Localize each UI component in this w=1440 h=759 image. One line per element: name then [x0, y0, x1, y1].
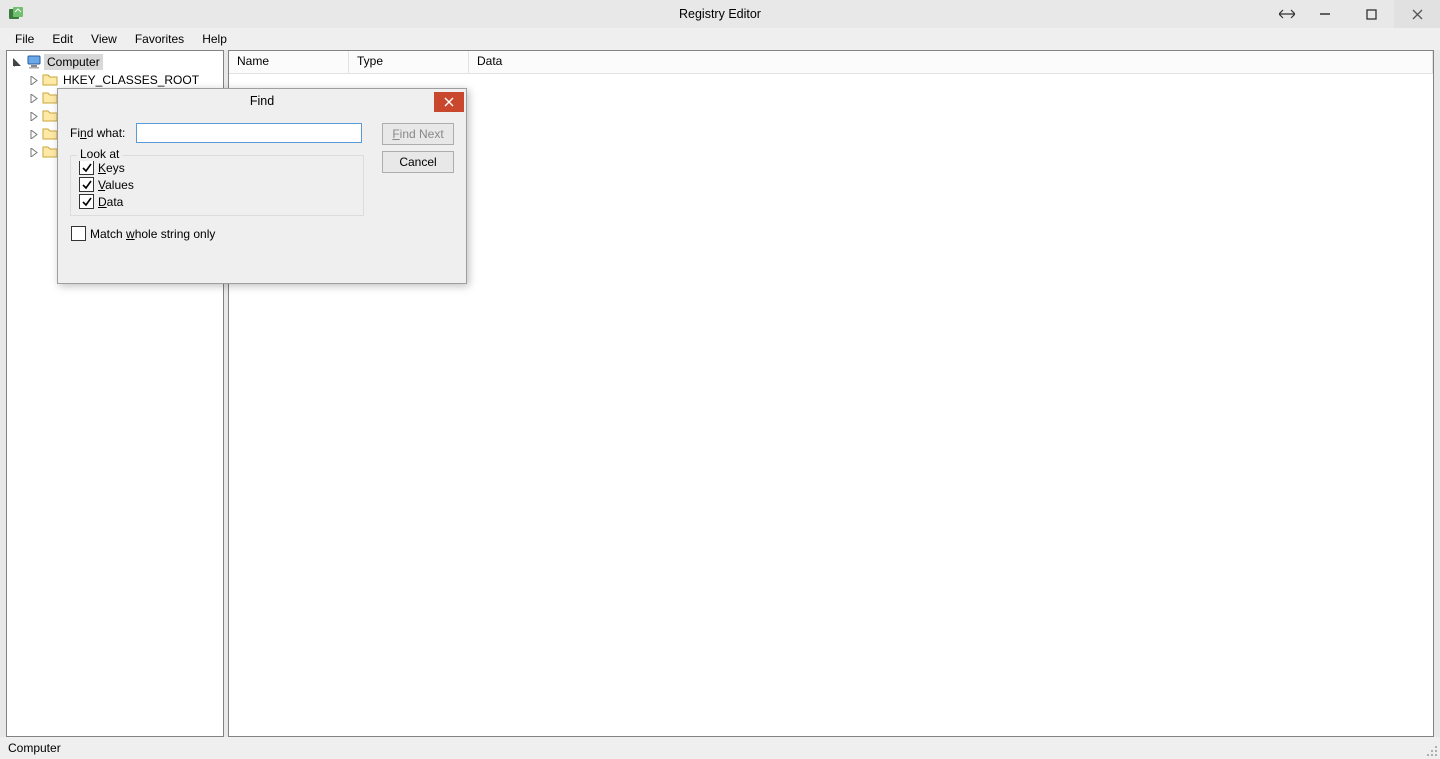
tree-node-label: Computer — [44, 54, 103, 70]
dialog-titlebar[interactable]: Find — [58, 89, 466, 113]
data-checkbox-row[interactable]: Data — [71, 192, 363, 209]
expander-icon[interactable] — [27, 74, 40, 87]
folder-icon — [42, 90, 58, 106]
tree-node-hkcr[interactable]: HKEY_CLASSES_ROOT — [23, 71, 223, 89]
status-path: Computer — [8, 741, 61, 755]
expander-icon[interactable] — [11, 56, 24, 69]
menubar: File Edit View Favorites Help — [0, 28, 1440, 50]
menu-view[interactable]: View — [82, 29, 126, 49]
folder-icon — [42, 144, 58, 160]
expander-icon[interactable] — [27, 92, 40, 105]
look-at-group: Look at Keys Values Data — [70, 155, 364, 216]
minimize-button[interactable] — [1302, 0, 1348, 28]
match-whole-checkbox[interactable] — [71, 226, 86, 241]
expander-icon[interactable] — [27, 110, 40, 123]
match-whole-row[interactable]: Match whole string only — [70, 226, 454, 241]
cancel-button[interactable]: Cancel — [382, 151, 454, 173]
column-header-type[interactable]: Type — [349, 51, 469, 73]
resize-horizontal-icon[interactable] — [1272, 0, 1302, 28]
find-dialog: Find Find what: Find Next Cancel Look at… — [57, 88, 467, 284]
menu-file[interactable]: File — [6, 29, 43, 49]
find-what-input[interactable] — [136, 123, 362, 143]
column-header-name[interactable]: Name — [229, 51, 349, 73]
column-header-data[interactable]: Data — [469, 51, 1433, 73]
data-label: Data — [98, 195, 123, 209]
values-label: Values — [98, 178, 134, 192]
look-at-legend: Look at — [77, 147, 122, 161]
expander-icon[interactable] — [27, 128, 40, 141]
values-checkbox[interactable] — [79, 177, 94, 192]
keys-label: Keys — [98, 161, 125, 175]
folder-icon — [42, 72, 58, 88]
tree-node-label: HKEY_CLASSES_ROOT — [60, 72, 202, 88]
menu-edit[interactable]: Edit — [43, 29, 82, 49]
menu-help[interactable]: Help — [193, 29, 236, 49]
menu-favorites[interactable]: Favorites — [126, 29, 193, 49]
window-close-button[interactable] — [1394, 0, 1440, 28]
find-what-label: Find what: — [70, 126, 136, 140]
resize-grip-icon[interactable] — [1424, 743, 1438, 757]
window-title: Registry Editor — [0, 7, 1440, 21]
dialog-title: Find — [58, 94, 466, 108]
maximize-button[interactable] — [1348, 0, 1394, 28]
values-checkbox-row[interactable]: Values — [71, 175, 363, 192]
computer-icon — [26, 54, 42, 70]
titlebar: Registry Editor — [0, 0, 1440, 28]
data-checkbox[interactable] — [79, 194, 94, 209]
statusbar: Computer — [0, 737, 1440, 759]
app-icon — [8, 6, 24, 22]
expander-icon[interactable] — [27, 146, 40, 159]
list-header: Name Type Data — [229, 51, 1433, 74]
folder-icon — [42, 108, 58, 124]
keys-checkbox[interactable] — [79, 160, 94, 175]
folder-icon — [42, 126, 58, 142]
match-whole-label: Match whole string only — [90, 227, 215, 241]
tree-node-computer[interactable]: Computer — [7, 53, 223, 71]
find-next-button[interactable]: Find Next — [382, 123, 454, 145]
